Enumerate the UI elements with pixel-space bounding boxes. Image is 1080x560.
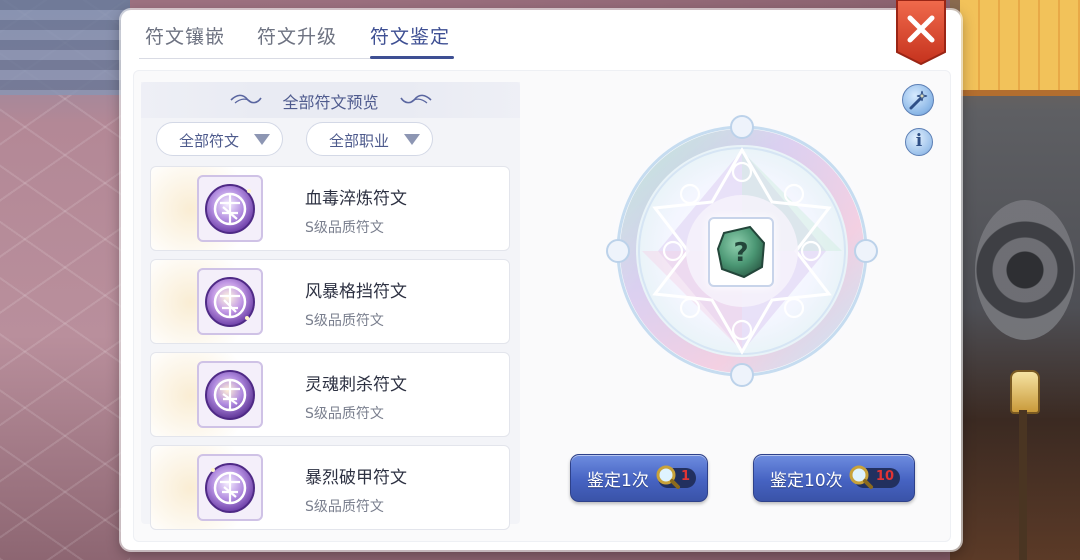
rune-list-item[interactable]: 风暴格挡符文 S级品质符文 (150, 259, 510, 344)
rune-list-item[interactable]: 暴烈破甲符文 S级品质符文 (150, 445, 510, 530)
background-roof (960, 0, 1080, 96)
dropdown-arrow-icon (254, 134, 270, 145)
cost-amount: 10 (875, 469, 894, 484)
rune-icon-frame (197, 361, 263, 428)
tab-rune-inlay[interactable]: 符文镶嵌 (145, 22, 225, 49)
swirl-ornament-right-icon (400, 94, 432, 104)
identify-ten-label: 鉴定10次 (770, 471, 843, 491)
rune-grade: S级品质符文 (305, 499, 384, 515)
rune-list-header: 全部符文预览 (141, 82, 520, 118)
background-lamp-pole (1019, 410, 1027, 560)
unknown-rune-stone-icon: ? (716, 225, 766, 279)
rune-name: 灵魂刺杀符文 (305, 375, 407, 395)
magnifier-icon (849, 465, 873, 489)
svg-text:?: ? (733, 238, 748, 268)
tab-bar: 符文镶嵌 符文升级 符文鉴定 (139, 10, 939, 62)
magnifier-icon (656, 465, 680, 489)
magic-wand-button[interactable] (902, 84, 934, 116)
background-gear (975, 200, 1075, 340)
rune-grade: S级品质符文 (305, 406, 384, 422)
filter-rune-type[interactable]: 全部符文 (156, 122, 283, 156)
info-icon: i (915, 131, 923, 151)
filter-job[interactable]: 全部职业 (306, 122, 433, 156)
background-lamp (1010, 370, 1040, 414)
rune-list-item[interactable]: 血毒淬炼符文 S级品质符文 (150, 166, 510, 251)
rune-name: 暴烈破甲符文 (305, 468, 407, 488)
magic-wand-icon (909, 90, 928, 110)
rune-icon-frame (197, 454, 263, 521)
background-steps (0, 0, 130, 95)
identify-ten-button[interactable]: 鉴定10次 10 (753, 454, 915, 502)
rune-grade: S级品质符文 (305, 220, 384, 236)
rune-list-item[interactable]: 灵魂刺杀符文 S级品质符文 (150, 352, 510, 437)
rune-icon (205, 463, 255, 513)
close-icon (896, 0, 946, 66)
identify-once-label: 鉴定1次 (587, 471, 649, 491)
filter-job-label: 全部职业 (329, 132, 390, 150)
rune-icon-frame (197, 268, 263, 335)
dropdown-arrow-icon (404, 134, 420, 145)
rune-list-title: 全部符文预览 (282, 93, 379, 112)
rune-grade: S级品质符文 (305, 313, 384, 329)
unknown-rune-slot[interactable]: ? (708, 217, 774, 287)
rune-icon-frame (197, 175, 263, 242)
rune-name: 血毒淬炼符文 (305, 189, 407, 209)
close-button[interactable] (895, 0, 947, 66)
identify-once-button[interactable]: 鉴定1次 1 (570, 454, 708, 502)
rune-list-panel: 全部符文预览 全部符文 全部职业 血毒淬炼符文 S级品质符文 风暴格挡符文 S级… (141, 82, 520, 530)
filter-rune-type-label: 全部符文 (179, 132, 240, 150)
tab-rune-identify[interactable]: 符文鉴定 (370, 22, 450, 49)
rune-name: 风暴格挡符文 (305, 282, 407, 302)
rune-icon (205, 184, 255, 234)
info-button[interactable]: i (905, 128, 933, 156)
rune-icon (205, 370, 255, 420)
tab-rune-upgrade[interactable]: 符文升级 (257, 22, 337, 49)
cost-amount: 1 (680, 469, 690, 484)
rune-icon (205, 277, 255, 327)
active-tab-indicator (370, 56, 454, 59)
